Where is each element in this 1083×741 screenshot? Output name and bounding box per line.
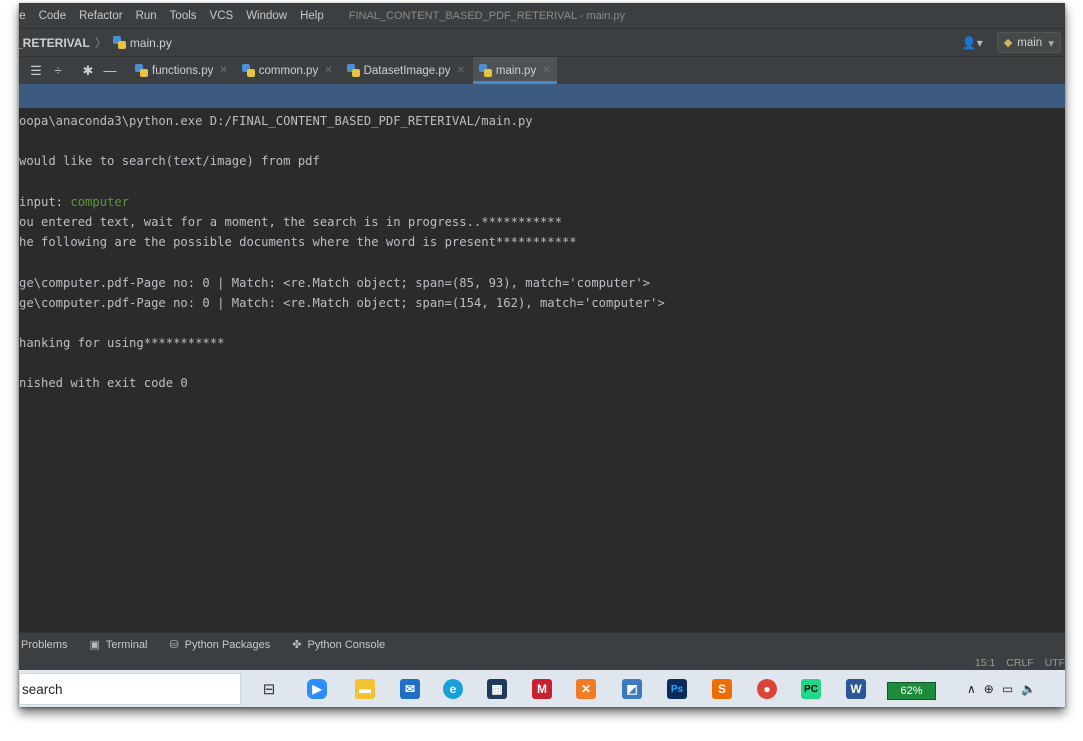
mcafee-icon[interactable]: M xyxy=(532,679,552,699)
minimize-icon[interactable]: — xyxy=(99,63,121,78)
tab-label: DatasetImage.py xyxy=(363,64,451,77)
collapse-all-icon[interactable]: ÷ xyxy=(47,63,69,78)
python-packages-button[interactable]: ⛁ Python Packages xyxy=(169,638,271,652)
tab-main[interactable]: main.py ✕ xyxy=(472,57,557,84)
word-icon[interactable]: W xyxy=(846,679,866,699)
battery-indicator[interactable]: 62% xyxy=(887,682,936,700)
user-vcs-icon[interactable]: 👤▾ xyxy=(962,36,983,50)
run-config-label: main xyxy=(1017,36,1043,49)
tab-label: main.py xyxy=(495,64,537,77)
windows-taskbar: search ⊟ ▶ ▬ ✉ e ▦ M ✕ ◩ Ps S ● PC W 62%… xyxy=(19,670,1065,707)
close-icon[interactable]: ✕ xyxy=(324,65,332,76)
caret-position[interactable]: 15:1 xyxy=(975,657,995,669)
terminal-icon: ▣ xyxy=(89,639,100,651)
menu-item-code[interactable]: Code xyxy=(39,10,67,22)
store-icon[interactable]: ▦ xyxy=(487,679,507,699)
run-console[interactable]: oopa\anaconda3\python.exe D:/FINAL_CONTE… xyxy=(19,108,1065,632)
terminal-label: Terminal xyxy=(105,638,148,651)
tab-label: common.py xyxy=(258,64,319,77)
console-line: nished with exit code 0 xyxy=(19,376,188,390)
tab-functions[interactable]: functions.py ✕ xyxy=(129,57,234,84)
console-line: oopa\anaconda3\python.exe D:/FINAL_CONTE… xyxy=(19,114,533,128)
python-console-button[interactable]: ✤ Python Console xyxy=(292,638,386,652)
python-packages-label: Python Packages xyxy=(184,638,271,651)
breadcrumb: _RETERIVAL 〉 main.py 👤▾ ◆ main ▾ xyxy=(19,28,1065,56)
menu-bar: te Code Refactor Run Tools VCS Window He… xyxy=(19,3,1065,28)
edge-icon[interactable]: e xyxy=(443,679,463,699)
status-bar: 15:1 CRLF UTF xyxy=(19,656,1065,670)
zoom-icon[interactable]: ▶ xyxy=(307,679,327,699)
chevron-up-icon[interactable]: ∧ xyxy=(967,682,976,696)
battery-level: 62% xyxy=(900,685,923,697)
chrome-icon[interactable]: ● xyxy=(757,679,777,699)
network-icon[interactable]: ⊕ xyxy=(984,682,994,696)
console-line: ge\computer.pdf-Page no: 0 | Match: <re.… xyxy=(19,296,665,310)
taskbar-search-input[interactable]: search xyxy=(19,673,241,705)
console-line: input: computer xyxy=(19,192,129,212)
run-tool-header xyxy=(19,84,1065,108)
python-file-icon xyxy=(346,64,360,77)
python-file-icon xyxy=(112,36,126,49)
python-file-icon xyxy=(135,64,148,77)
xampp-icon[interactable]: ✕ xyxy=(576,679,596,699)
tab-datasetimage[interactable]: DatasetImage.py ✕ xyxy=(341,57,471,84)
menu-item-help[interactable]: Help xyxy=(300,10,324,22)
tab-common[interactable]: common.py ✕ xyxy=(236,57,339,84)
tool-window-bar: Problems ▣ Terminal ⛁ Python Packages ✤ … xyxy=(19,632,1065,656)
chevron-right-icon: 〉 xyxy=(94,36,107,50)
volume-icon[interactable]: 🔈 xyxy=(1021,682,1036,696)
packages-icon: ⛁ xyxy=(169,639,179,651)
menu-item-refactor[interactable]: Refactor xyxy=(79,10,122,22)
console-line: he following are the possible documents … xyxy=(19,235,577,249)
user-input-text: computer xyxy=(70,195,130,209)
menu-item-window[interactable]: Window xyxy=(246,10,287,22)
console-line: ge\computer.pdf-Page no: 0 | Match: <re.… xyxy=(19,276,651,290)
search-text: search xyxy=(22,681,63,697)
terminal-button[interactable]: ▣ Terminal xyxy=(89,638,148,652)
editor-tab-bar: ☰ ÷ ✱ — functions.py ✕ common.py ✕ Datas… xyxy=(19,56,1065,84)
photoshop-icon[interactable]: Ps xyxy=(667,679,687,699)
photos-icon[interactable]: ◩ xyxy=(622,679,642,699)
ide-window: te Code Refactor Run Tools VCS Window He… xyxy=(19,3,1065,707)
python-config-icon: ◆ xyxy=(1003,37,1013,49)
expand-all-icon[interactable]: ☰ xyxy=(25,63,47,79)
task-view-icon[interactable]: ⊟ xyxy=(259,679,279,699)
nav-right-tools: 👤▾ ◆ main ▾ xyxy=(962,29,1065,56)
close-icon[interactable]: ✕ xyxy=(542,65,550,76)
pycharm-icon[interactable]: PC xyxy=(801,679,821,699)
menu-item-tools[interactable]: Tools xyxy=(170,10,197,22)
window-title: FINAL_CONTENT_BASED_PDF_RETERIVAL - main… xyxy=(348,9,626,22)
close-icon[interactable]: ✕ xyxy=(457,65,465,76)
breadcrumb-project[interactable]: _RETERIVAL xyxy=(19,36,90,50)
console-line: ou entered text, wait for a moment, the … xyxy=(19,215,562,229)
file-explorer-icon[interactable]: ▬ xyxy=(355,679,375,699)
menu-item-vcs[interactable]: VCS xyxy=(210,10,234,22)
python-console-label: Python Console xyxy=(307,638,386,651)
file-encoding[interactable]: UTF xyxy=(1045,657,1065,669)
chevron-down-icon: ▾ xyxy=(1048,37,1054,50)
menu-item-run[interactable]: Run xyxy=(136,10,157,22)
close-icon[interactable]: ✕ xyxy=(219,65,227,76)
python-file-icon xyxy=(241,64,255,77)
breadcrumb-file[interactable]: main.py xyxy=(130,36,172,50)
input-prompt: input: xyxy=(19,195,71,209)
menu-item-navigate[interactable]: te xyxy=(19,10,26,22)
system-tray: ∧ ⊕ ▭ 🔈 xyxy=(967,678,1044,700)
tab-label: functions.py xyxy=(152,64,214,77)
problems-button[interactable]: Problems xyxy=(21,639,67,651)
battery-icon[interactable]: ▭ xyxy=(1002,682,1013,696)
sublime-icon[interactable]: S xyxy=(712,679,732,699)
line-ending[interactable]: CRLF xyxy=(1006,657,1033,669)
run-config-selector[interactable]: ◆ main ▾ xyxy=(996,32,1061,53)
python-file-icon xyxy=(478,64,492,77)
console-line: would like to search(text/image) from pd… xyxy=(19,154,320,168)
gear-icon[interactable]: ✱ xyxy=(77,63,99,79)
console-line: hanking for using*********** xyxy=(19,336,225,350)
problems-label: Problems xyxy=(21,638,68,651)
python-console-icon: ✤ xyxy=(292,639,302,651)
mail-icon[interactable]: ✉ xyxy=(400,679,420,699)
